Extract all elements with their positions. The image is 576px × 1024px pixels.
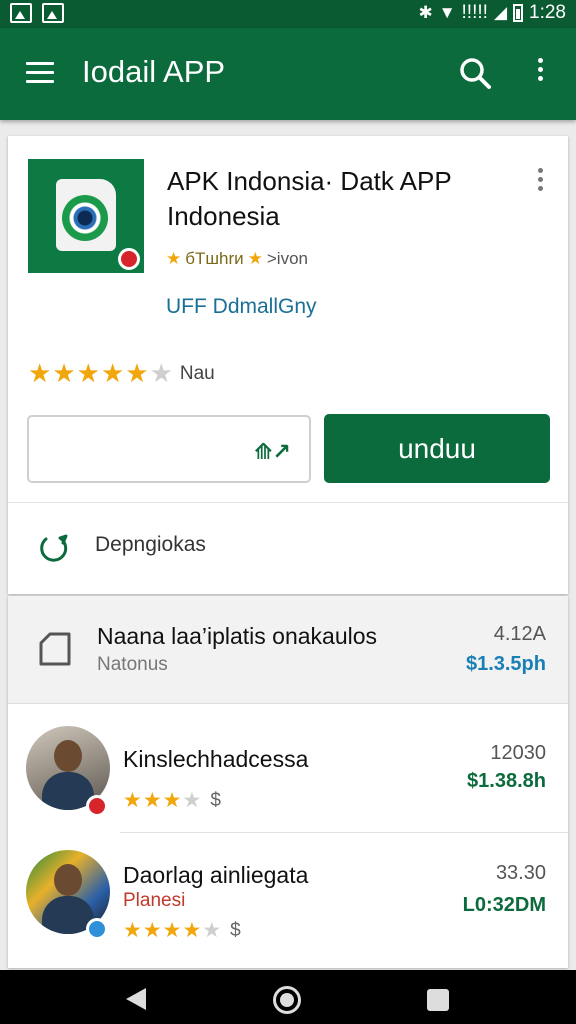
star-icon: ★ bbox=[28, 358, 52, 388]
list-item-rating: ★ ★ ★ ★ ★ $ bbox=[123, 918, 241, 943]
list-item-title: Naana laa’iplatis onakaulos bbox=[97, 623, 378, 649]
list-item-subtitle: Planesi bbox=[123, 890, 186, 911]
app-bar-title: Iodail APP bbox=[82, 54, 226, 89]
install-button[interactable]: unduu bbox=[324, 414, 550, 483]
star-icon: ★ bbox=[123, 919, 142, 942]
rating-text: бTшhrи bbox=[185, 249, 244, 268]
list-item[interactable]: Naana laa’iplatis onakaulos Natonus 4.12… bbox=[8, 596, 568, 704]
system-icons: ✱ ▼ !!!!! ◢ 1:28 bbox=[418, 2, 566, 24]
list-item-meta: 33.30 bbox=[495, 862, 546, 884]
star-icon: ★ bbox=[247, 249, 263, 268]
star-icon: ★ bbox=[76, 358, 100, 388]
rating-suffix: >ivon bbox=[266, 249, 308, 268]
battery-icon bbox=[513, 4, 524, 22]
share-icon: ⟰↗ bbox=[254, 439, 291, 464]
recents-icon[interactable] bbox=[427, 989, 449, 1011]
bluetooth-icon: ✱ bbox=[418, 3, 433, 22]
search-icon[interactable] bbox=[458, 56, 492, 90]
red-badge-icon bbox=[86, 795, 108, 817]
status-bar: ✱ ▼ !!!!! ◢ 1:28 bbox=[0, 0, 576, 28]
price-tier: $ bbox=[230, 919, 241, 941]
developer-link[interactable]: UFF DdmallGny bbox=[166, 295, 317, 319]
signal-icon: ◢ bbox=[493, 3, 508, 22]
star-empty-icon: ★ bbox=[182, 789, 202, 812]
eye-logo-icon bbox=[62, 195, 108, 241]
related-list: Naana laa’iplatis onakaulos Natonus 4.12… bbox=[8, 596, 568, 968]
star-icon: ★ bbox=[123, 789, 142, 812]
list-item-rating: ★ ★ ★ ★ $ bbox=[123, 788, 221, 813]
stars-label: Nau bbox=[179, 362, 215, 384]
list-item-price: $1.3.5ph bbox=[465, 653, 546, 675]
home-icon[interactable] bbox=[273, 986, 301, 1014]
list-item-meta: 4.12A bbox=[493, 623, 546, 645]
app-detail-card: APK Indonsia· Datk APP Indonesia ★ бTшhr… bbox=[8, 136, 568, 594]
list-item-meta: 12030 bbox=[490, 742, 546, 764]
notification-icons bbox=[10, 3, 64, 23]
star-icon: ★ bbox=[162, 919, 182, 942]
app-bar: Iodail APP bbox=[0, 28, 576, 120]
star-icon: ★ bbox=[142, 919, 162, 942]
star-icon: ★ bbox=[125, 358, 149, 388]
status-time: 1:28 bbox=[529, 2, 566, 23]
list-item-title: Daorlag ainliegata bbox=[123, 862, 309, 888]
secondary-button[interactable]: ⟰↗ bbox=[27, 415, 311, 483]
wifi-icon: ▼ bbox=[438, 3, 456, 22]
signal-text: !!!!! bbox=[461, 2, 488, 23]
price-tier: $ bbox=[210, 789, 221, 811]
info-row[interactable]: Depngiokas bbox=[8, 503, 568, 593]
app-title: APK Indonsia· Datk APP Indonesia bbox=[167, 166, 452, 231]
back-icon[interactable] bbox=[126, 988, 146, 1010]
list-item[interactable]: Daorlag ainliegata Planesi 33.30 L0:32DM… bbox=[8, 832, 568, 968]
star-icon: ★ bbox=[52, 358, 76, 388]
red-badge-icon bbox=[118, 248, 140, 270]
info-label: Depngiokas bbox=[95, 533, 206, 556]
star-rating: ★ ★ ★ ★ ★ ★ Nau bbox=[28, 358, 215, 389]
list-item-price: $1.38.8h bbox=[467, 770, 546, 792]
image-icon bbox=[10, 3, 32, 23]
list-item[interactable]: Kinslechhadcessa 12030 $1.38.8h ★ ★ ★ ★ … bbox=[8, 704, 568, 832]
list-item-title: Kinslechhadcessa bbox=[123, 746, 309, 772]
more-vert-icon[interactable] bbox=[532, 58, 548, 88]
list-item-subtitle: Natonus bbox=[97, 654, 168, 675]
tag-icon bbox=[40, 534, 68, 562]
list-item-price: L0:32DM bbox=[462, 894, 546, 916]
gallery-icon bbox=[42, 3, 64, 23]
star-empty-icon: ★ bbox=[202, 919, 222, 942]
card-more-vert-icon[interactable] bbox=[532, 168, 548, 194]
star-icon: ★ bbox=[100, 358, 125, 388]
file-icon bbox=[39, 632, 71, 666]
menu-icon[interactable] bbox=[26, 62, 54, 84]
star-icon: ★ bbox=[166, 249, 182, 268]
star-icon: ★ bbox=[162, 789, 182, 812]
star-icon: ★ bbox=[182, 919, 202, 942]
navigation-bar bbox=[0, 970, 576, 1024]
star-empty-icon: ★ bbox=[149, 358, 173, 388]
verified-badge-icon bbox=[86, 918, 108, 940]
rating-summary: ★ бTшhrи ★ >ivon bbox=[166, 249, 308, 269]
star-icon: ★ bbox=[142, 789, 162, 812]
